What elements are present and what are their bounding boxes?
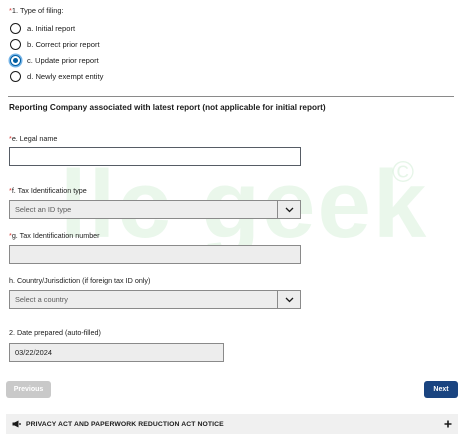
- radio-label: a. Initial report: [27, 23, 76, 33]
- next-button[interactable]: Next: [424, 381, 458, 398]
- previous-button[interactable]: Previous: [6, 381, 51, 398]
- radio-button[interactable]: [10, 70, 21, 82]
- tax-id-number-label: *g. Tax Identification number: [9, 231, 100, 240]
- radio-button[interactable]: [10, 22, 21, 34]
- radio-label: c. Update prior report: [27, 55, 99, 65]
- watermark-copyright-symbol: ©: [392, 156, 415, 189]
- radio-option-initial-report[interactable]: a. Initial report: [10, 21, 75, 35]
- filing-type-label-text: 1. Type of filing:: [11, 6, 64, 15]
- chevron-down-icon[interactable]: [277, 201, 300, 218]
- radio-label: d. Newly exempt entity: [27, 71, 104, 81]
- country-jurisdiction-select[interactable]: Select a country: [9, 290, 301, 309]
- date-prepared-label: 2. Date prepared (auto-filled): [9, 328, 101, 337]
- legal-name-input[interactable]: [9, 147, 301, 166]
- tax-id-type-label: *f. Tax Identification type: [9, 186, 87, 195]
- tax-id-type-select[interactable]: Select an ID type: [9, 200, 301, 219]
- privacy-act-accordion[interactable]: PRIVACY ACT AND PAPERWORK REDUCTION ACT …: [6, 414, 458, 434]
- radio-label: b. Correct prior report: [27, 39, 100, 49]
- accordion-title: PRIVACY ACT AND PAPERWORK REDUCTION ACT …: [26, 420, 224, 428]
- filing-type-label: *1. Type of filing:: [9, 6, 64, 15]
- chevron-down-icon[interactable]: [277, 291, 300, 308]
- tax-id-type-placeholder: Select an ID type: [15, 205, 72, 214]
- tax-id-type-label-text: f. Tax Identification type: [11, 186, 87, 195]
- reporting-company-section-title: Reporting Company associated with latest…: [9, 103, 326, 112]
- date-prepared-value: 03/22/2024: [15, 348, 52, 357]
- date-prepared-input: 03/22/2024: [9, 343, 224, 362]
- legal-name-label: *e. Legal name: [9, 134, 57, 143]
- country-placeholder: Select a country: [15, 295, 68, 304]
- radio-button-selected[interactable]: [10, 54, 21, 66]
- radio-option-newly-exempt-entity[interactable]: d. Newly exempt entity: [10, 69, 103, 83]
- radio-button[interactable]: [10, 38, 21, 50]
- megaphone-icon: [12, 415, 21, 433]
- country-jurisdiction-label: h. Country/Jurisdiction (if foreign tax …: [9, 276, 151, 285]
- section-divider: [8, 96, 454, 97]
- plus-icon[interactable]: [444, 415, 452, 433]
- tax-id-number-label-text: g. Tax Identification number: [11, 231, 100, 240]
- legal-name-label-text: e. Legal name: [11, 134, 58, 143]
- radio-option-correct-prior-report[interactable]: b. Correct prior report: [10, 37, 100, 51]
- radio-option-update-prior-report[interactable]: c. Update prior report: [10, 53, 99, 67]
- tax-id-number-input[interactable]: [9, 245, 301, 264]
